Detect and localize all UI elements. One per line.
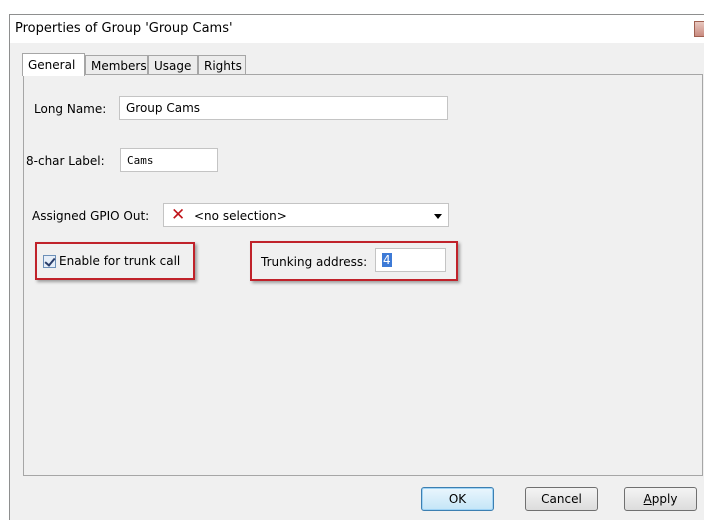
cancel-button[interactable]: Cancel <box>525 487 598 511</box>
enable-trunk-label[interactable]: Enable for trunk call <box>59 254 180 268</box>
properties-dialog: Properties of Group 'Group Cams' General… <box>9 14 704 520</box>
enable-trunk-checkbox[interactable] <box>43 255 56 268</box>
gpio-out-label: Assigned GPIO Out: <box>32 209 150 223</box>
long-name-label: Long Name: <box>34 102 107 116</box>
window-title: Properties of Group 'Group Cams' <box>15 21 233 36</box>
trunking-address-value: 4 <box>382 253 392 267</box>
ok-button[interactable]: OK <box>421 487 494 511</box>
chevron-down-icon <box>434 214 442 219</box>
apply-button[interactable]: Apply <box>624 487 697 511</box>
apply-mnemonic: A <box>643 492 652 506</box>
short-label-input[interactable]: Cams <box>120 148 218 172</box>
trunking-address-input[interactable]: 4 <box>375 248 446 272</box>
gpio-out-value: <no selection> <box>194 209 287 223</box>
trunking-address-label: Trunking address: <box>261 255 368 269</box>
title-bar[interactable]: Properties of Group 'Group Cams' <box>10 15 704 43</box>
gpio-out-select[interactable]: ✕ <no selection> <box>163 203 449 227</box>
tab-rights[interactable]: Rights <box>198 55 246 75</box>
long-name-input[interactable]: Group Cams <box>119 96 448 120</box>
tab-members[interactable]: Members <box>85 55 148 75</box>
short-label-label: 8-char Label: <box>26 154 105 168</box>
red-x-icon: ✕ <box>171 205 186 225</box>
tab-general[interactable]: General <box>22 53 85 76</box>
close-icon[interactable] <box>694 21 704 37</box>
tab-usage[interactable]: Usage <box>148 55 198 75</box>
apply-label-rest: pply <box>651 492 678 506</box>
